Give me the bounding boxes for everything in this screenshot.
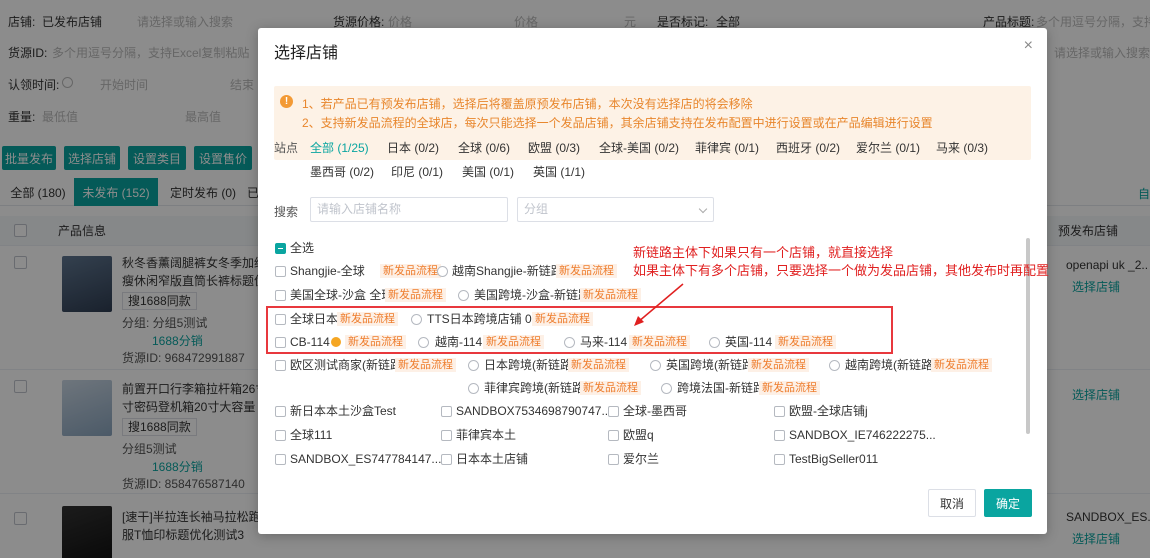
shop-label: 美国跨境-沙盒-新链路 [474,288,590,302]
shop-checkbox[interactable] [608,406,619,417]
site-indonesia[interactable]: 印尼 (0/1) [391,163,443,180]
site-global-us[interactable]: 全球-美国 (0/2) [599,139,679,156]
shop-checkbox[interactable] [774,430,785,441]
shop-label: SANDBOX7534698790747... [456,404,612,418]
shop-checkbox[interactable] [275,406,286,417]
shop-radio[interactable] [468,360,479,371]
shop-radio[interactable] [829,360,840,371]
shop-checkbox[interactable] [608,430,619,441]
cancel-button[interactable]: 取消 [928,489,976,517]
new-flow-badge: 新发品流程 [931,358,992,372]
shop-label: 欧区测试商家(新链路) [290,358,406,372]
shop-label: 菲律宾跨境(新链路) [484,381,588,395]
shop-checkbox[interactable] [441,430,452,441]
shop-label: 美国全球-沙盒 全球 [290,288,394,302]
shop-checkbox[interactable] [608,454,619,465]
shop-checkbox[interactable] [441,454,452,465]
shop-name-search-input[interactable]: 请输入店铺名称 [310,197,508,222]
shop-checkbox[interactable] [275,430,286,441]
shop-label: 日本跨境(新链路) [484,358,576,372]
site-label: 站点 [274,141,299,155]
shop-label: Shangjie-全球 [290,264,365,278]
shop-label: SANDBOX_IE746222275... [789,428,936,442]
shop-checkbox[interactable] [275,266,286,277]
select-all-checkbox[interactable] [275,243,286,254]
shop-label: 新日本本土沙盒Test [290,404,397,418]
new-flow-badge: 新发品流程 [568,358,629,372]
dialog-title: 选择店铺 [274,45,339,62]
new-flow-badge: 新发品流程 [395,358,456,372]
site-eu[interactable]: 欧盟 (0/3) [528,139,580,156]
shop-label: TestBigSeller011 [789,452,879,466]
shop-radio[interactable] [468,383,479,394]
shop-label: 菲律宾本土 [456,428,517,442]
new-flow-badge: 新发品流程 [556,264,617,278]
shop-label: 英国跨境(新链路) [666,358,758,372]
shop-radio[interactable] [661,383,672,394]
new-flow-badge: 新发品流程 [759,381,820,395]
site-spain[interactable]: 西班牙 (0/2) [776,139,840,156]
new-flow-badge: 新发品流程 [748,358,809,372]
new-flow-badge: 新发品流程 [580,381,641,395]
site-malaysia[interactable]: 马来 (0/3) [936,139,988,156]
shop-checkbox[interactable] [275,360,286,371]
shop-checkbox[interactable] [774,406,785,417]
annotation-arrow-icon [634,283,684,326]
shop-label: SANDBOX_ES747784147... [290,452,442,466]
notice-line-1: 1、若产品已有预发布店铺，选择后将覆盖原预发布店铺，本次没有选择店的将会移除 [302,97,753,111]
chevron-down-icon [698,204,708,214]
new-flow-badge: 新发品流程 [380,264,441,278]
annotation-line-2: 如果主体下有多个店铺，只要选择一个做为发品店铺，其他发布时再配置 [633,263,1050,278]
group-select-placeholder: 分组 [524,202,549,216]
annotation-highlight-box [266,306,893,354]
shop-label: 欧盟q [623,428,654,442]
shop-radio[interactable] [458,290,469,301]
shop-radio[interactable] [650,360,661,371]
site-usa[interactable]: 美国 (0/1) [462,163,514,180]
search-label: 搜索 [274,205,299,219]
site-ireland[interactable]: 爱尔兰 (0/1) [856,139,920,156]
shop-label: 跨境法国-新链路 [677,381,765,395]
select-shop-dialog: 选择店铺 × ! 1、若产品已有预发布店铺，选择后将覆盖原预发布店铺，本次没有选… [258,28,1050,534]
group-select[interactable]: 分组 [517,197,714,222]
notice-line-2: 2、支持新发品流程的全球店，每次只能选择一个发品店铺，其余店铺支持在发布配置中进… [302,116,933,130]
shop-checkbox[interactable] [441,406,452,417]
annotation-line-1: 新链路主体下如果只有一个店铺，就直接选择 [633,245,894,260]
shop-checkbox[interactable] [275,290,286,301]
site-all[interactable]: 全部 (1/25) [310,139,369,156]
shop-label: 爱尔兰 [623,452,660,466]
shop-label: 全球-墨西哥 [623,404,687,418]
select-all-label: 全选 [290,241,315,255]
new-flow-badge: 新发品流程 [385,288,446,302]
site-japan[interactable]: 日本 (0/2) [387,139,439,156]
close-icon[interactable]: × [1024,37,1033,55]
shop-label: 日本本土店铺 [456,452,529,466]
site-philippines[interactable]: 菲律宾 (0/1) [695,139,759,156]
confirm-button[interactable]: 确定 [984,489,1032,517]
shop-label: 越南Shangjie-新链路 [452,264,563,278]
shop-checkbox[interactable] [275,454,286,465]
warning-icon: ! [280,95,293,108]
shop-radio[interactable] [437,266,448,277]
site-global[interactable]: 全球 (0/6) [458,139,510,156]
shop-label: 欧盟-全球店铺j [789,404,868,418]
shop-label: 全球111 [290,428,333,442]
site-mexico[interactable]: 墨西哥 (0/2) [310,163,374,180]
site-uk[interactable]: 英国 (1/1) [533,163,585,180]
shop-label: 越南跨境(新链路) [845,358,937,372]
shop-checkbox[interactable] [774,454,785,465]
